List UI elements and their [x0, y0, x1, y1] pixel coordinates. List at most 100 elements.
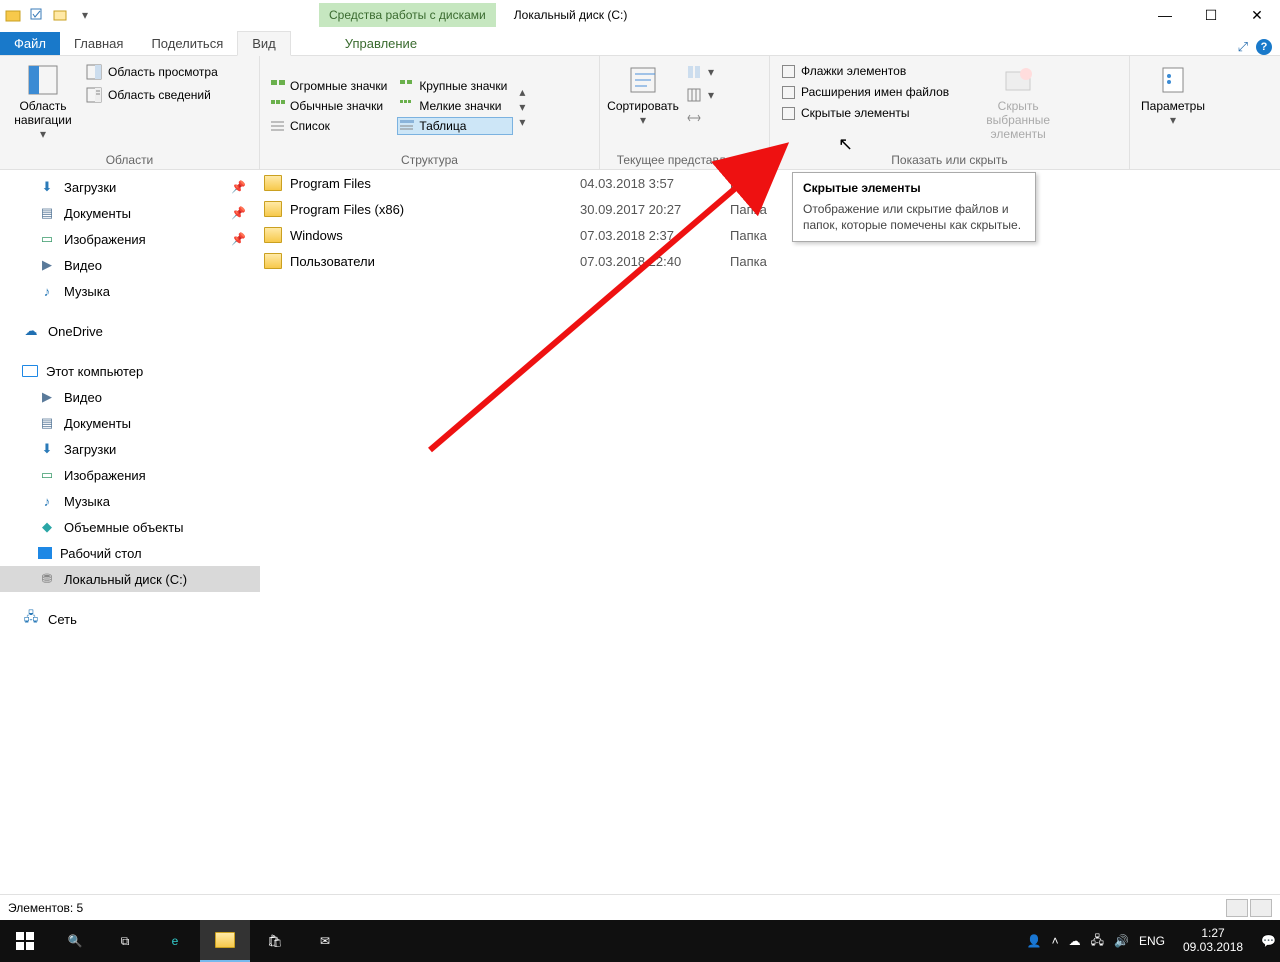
tray-notifications-icon[interactable]: 💬	[1261, 934, 1276, 948]
layout-scroll-up-icon[interactable]: ▴	[519, 85, 529, 99]
search-button[interactable]: 🔍	[50, 920, 100, 962]
download-icon: ⬇	[38, 179, 56, 195]
nav-network[interactable]: 🖧Сеть	[0, 606, 260, 632]
file-list[interactable]: Program Files 04.03.2018 3:57 Папка Prog…	[260, 170, 1280, 894]
layout-more-icon[interactable]: ▾	[519, 115, 529, 129]
taskbar-mail[interactable]: ✉	[300, 920, 350, 962]
item-checkboxes-toggle[interactable]: Флажки элементов	[778, 62, 953, 80]
navigation-pane-button[interactable]: Область навигации ▾	[8, 60, 78, 143]
nav-downloads[interactable]: ⬇Загрузки📌	[0, 174, 260, 200]
cube-icon: ◆	[38, 519, 56, 535]
tab-share[interactable]: Поделиться	[137, 32, 237, 55]
layout-list[interactable]: Список	[268, 117, 393, 135]
file-name: Program Files (x86)	[290, 202, 404, 217]
qat-properties-icon[interactable]	[28, 6, 46, 24]
qat-newfolder-icon[interactable]	[52, 6, 70, 24]
view-large-button[interactable]	[1250, 899, 1272, 917]
minimize-button[interactable]: —	[1142, 0, 1188, 30]
tab-manage[interactable]: Управление	[331, 32, 431, 55]
download-icon: ⬇	[38, 441, 56, 457]
hidden-items-toggle[interactable]: Скрытые элементы	[778, 104, 953, 122]
minimize-ribbon-icon[interactable]: ⤢	[1238, 39, 1248, 55]
document-icon: ▤	[38, 205, 56, 221]
tray-chevron-up-icon[interactable]: ˄	[1052, 934, 1059, 948]
file-type: Папка	[730, 254, 850, 269]
nav-documents[interactable]: ▤Документы📌	[0, 200, 260, 226]
view-details-button[interactable]	[1226, 899, 1248, 917]
file-extensions-toggle[interactable]: Расширения имен файлов	[778, 83, 953, 101]
maximize-button[interactable]: ☐	[1188, 0, 1234, 30]
size-columns-button[interactable]	[682, 108, 722, 128]
folder-icon	[264, 175, 282, 191]
nav-pc-documents[interactable]: ▤Документы	[0, 410, 260, 436]
start-button[interactable]	[0, 920, 50, 962]
sort-button[interactable]: Сортировать ▾	[608, 60, 678, 130]
nav-pc-downloads[interactable]: ⬇Загрузки	[0, 436, 260, 462]
window-title: Локальный диск (C:)	[514, 8, 628, 22]
taskbar-store[interactable]: 🛍	[250, 920, 300, 962]
add-columns-button[interactable]: ▾	[682, 85, 722, 105]
layout-medium[interactable]: Обычные значки	[268, 97, 393, 115]
pictures-icon: ▭	[38, 231, 56, 247]
preview-pane-button[interactable]: Область просмотра	[82, 62, 222, 82]
nav-videos[interactable]: ▶Видео	[0, 252, 260, 278]
tray-volume-icon[interactable]: 🔊	[1114, 934, 1129, 948]
taskbar-explorer[interactable]	[200, 920, 250, 962]
tab-home[interactable]: Главная	[60, 32, 137, 55]
layout-details[interactable]: Таблица	[397, 117, 513, 135]
group-label-show-hide: Показать или скрыть	[778, 151, 1121, 167]
ribbon-group-panes: Область навигации ▾ Область просмотра Об…	[0, 56, 260, 169]
hide-selected-label: Скрыть выбранные элементы	[965, 100, 1071, 141]
tray-network-icon[interactable]: 🖧	[1091, 931, 1104, 952]
nav-pictures[interactable]: ▭Изображения📌	[0, 226, 260, 252]
table-row[interactable]: Пользователи 07.03.2018 22:40 Папка	[260, 248, 1280, 274]
ribbon-group-current-view: Сортировать ▾ ▾ ▾ Текущее представление	[600, 56, 770, 169]
table-row[interactable]: Windows 07.03.2018 2:37 Папка	[260, 222, 1280, 248]
nav-onedrive[interactable]: ☁OneDrive	[0, 318, 260, 344]
layout-scroll-down-icon[interactable]: ▾	[519, 100, 529, 114]
nav-this-pc[interactable]: Этот компьютер	[0, 358, 260, 384]
task-view-button[interactable]: ⧉	[100, 920, 150, 962]
taskbar: 🔍 ⧉ e 🛍 ✉ 👤 ˄ ☁ 🖧 🔊 ENG 1:27 09.03.2018 …	[0, 920, 1280, 962]
list-icon	[270, 119, 286, 133]
close-button[interactable]: ✕	[1234, 0, 1280, 30]
chevron-down-icon: ▾	[708, 88, 718, 102]
ribbon-group-show-hide: Флажки элементов Расширения имен файлов …	[770, 56, 1130, 169]
ribbon-group-layout: Огромные значки Крупные значки Обычные з…	[260, 56, 600, 169]
desktop-icon	[38, 547, 52, 559]
details-pane-label: Область сведений	[108, 88, 211, 102]
group-by-button[interactable]: ▾	[682, 62, 722, 82]
nav-pc-pictures[interactable]: ▭Изображения	[0, 462, 260, 488]
tray-clock[interactable]: 1:27 09.03.2018	[1175, 927, 1251, 955]
folder-icon	[264, 201, 282, 217]
nav-pc-local-c[interactable]: ⛃Локальный диск (C:)	[0, 566, 260, 592]
tray-onedrive-icon[interactable]: ☁	[1069, 934, 1081, 948]
tab-view[interactable]: Вид	[237, 31, 291, 56]
tray-language[interactable]: ENG	[1139, 934, 1165, 948]
qat-customize-icon[interactable]: ▾	[76, 6, 94, 24]
nav-pc-desktop[interactable]: Рабочий стол	[0, 540, 260, 566]
table-row[interactable]: Program Files (x86) 30.09.2017 20:27 Пап…	[260, 196, 1280, 222]
layout-extra-large[interactable]: Огромные значки	[268, 77, 393, 95]
taskbar-edge[interactable]: e	[150, 920, 200, 962]
columns-icon	[686, 87, 702, 103]
file-date: 30.09.2017 20:27	[580, 202, 730, 217]
layout-small[interactable]: Мелкие значки	[397, 97, 513, 115]
details-pane-button[interactable]: Область сведений	[82, 85, 222, 105]
status-bar: Элементов: 5	[0, 894, 1280, 920]
help-icon[interactable]: ?	[1256, 39, 1272, 55]
cloud-icon: ☁	[22, 323, 40, 339]
nav-pc-videos[interactable]: ▶Видео	[0, 384, 260, 410]
cursor-icon: ↖	[838, 134, 853, 155]
nav-pc-music[interactable]: ♪Музыка	[0, 488, 260, 514]
navigation-pane: ⬇Загрузки📌 ▤Документы📌 ▭Изображения📌 ▶Ви…	[0, 170, 260, 894]
group-label-layout: Структура	[268, 151, 591, 167]
options-button[interactable]: Параметры ▾	[1138, 60, 1208, 130]
tab-file[interactable]: Файл	[0, 32, 60, 55]
table-row[interactable]: Program Files 04.03.2018 3:57 Папка	[260, 170, 1280, 196]
details-pane-icon	[86, 87, 102, 103]
tray-people-icon[interactable]: 👤	[1027, 934, 1042, 948]
layout-large[interactable]: Крупные значки	[397, 77, 513, 95]
nav-music[interactable]: ♪Музыка	[0, 278, 260, 304]
nav-pc-3d[interactable]: ◆Объемные объекты	[0, 514, 260, 540]
